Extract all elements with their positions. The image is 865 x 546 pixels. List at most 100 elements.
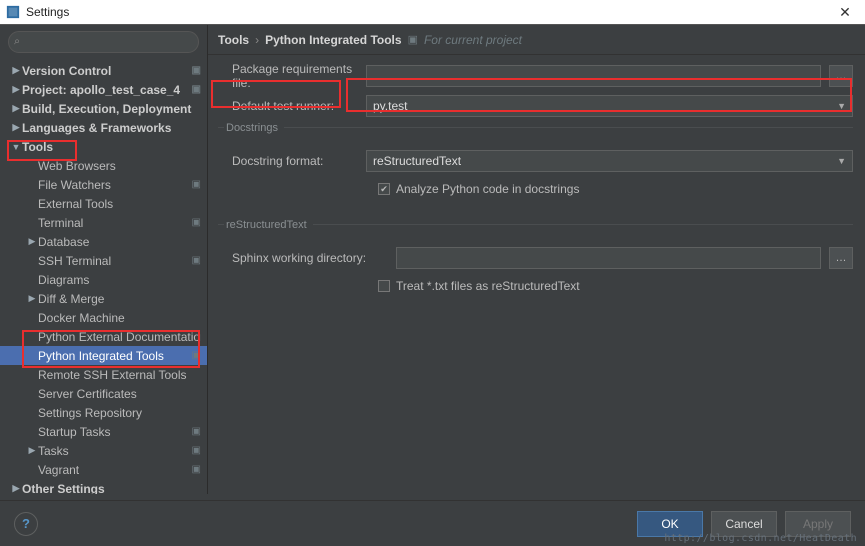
select-test-runner[interactable]: py.test ▼	[366, 95, 853, 117]
spacer	[218, 204, 853, 216]
tree-item-label: Vagrant	[38, 463, 188, 477]
breadcrumb: Tools › Python Integrated Tools ▣ For cu…	[208, 25, 865, 55]
tree-item[interactable]: Vagrant▣	[0, 460, 207, 479]
tree-item[interactable]: Python Integrated Tools▣	[0, 346, 207, 365]
tree-item[interactable]: SSH Terminal▣	[0, 251, 207, 270]
project-scope-icon: ▣	[188, 179, 201, 190]
settings-sidebar: ⌕ ▶Version Control▣▶Project: apollo_test…	[0, 25, 208, 494]
tree-item[interactable]: ▼Tools	[0, 137, 207, 156]
tree-item[interactable]: ▶Database	[0, 232, 207, 251]
tree-item-label: External Tools	[38, 197, 201, 211]
label-analyze: Analyze Python code in docstrings	[396, 182, 579, 196]
app-icon	[6, 5, 20, 19]
tree-item-label: Tasks	[38, 444, 188, 458]
label-treat-txt: Treat *.txt files as reStructuredText	[396, 279, 580, 293]
tree-item-label: Tools	[22, 140, 201, 154]
tree-item-label: SSH Terminal	[38, 254, 188, 268]
tree-item[interactable]: ▶Languages & Frameworks	[0, 118, 207, 137]
row-package-req: Package requirements file: …	[218, 63, 853, 89]
checkbox-analyze[interactable]: ✔	[378, 183, 390, 195]
tree-item[interactable]: Web Browsers	[0, 156, 207, 175]
checkbox-treat-txt[interactable]	[378, 280, 390, 292]
tree-item[interactable]: Settings Repository	[0, 403, 207, 422]
tree-item[interactable]: Diagrams	[0, 270, 207, 289]
project-scope-icon: ▣	[188, 464, 201, 475]
tree-item-label: Startup Tasks	[38, 425, 188, 439]
settings-form: Package requirements file: … Default tes…	[208, 55, 865, 297]
label-package-req: Package requirements file:	[218, 62, 358, 90]
browse-sphinx-dir-button[interactable]: …	[829, 247, 853, 269]
chevron-right-icon: ▶	[10, 483, 22, 494]
search-input[interactable]	[8, 31, 199, 53]
project-scope-icon: ▣	[188, 426, 201, 437]
tree-item-label: Other Settings	[22, 482, 201, 495]
row-treat-txt-checkbox: Treat *.txt files as reStructuredText	[218, 275, 853, 297]
settings-tree: ▶Version Control▣▶Project: apollo_test_c…	[0, 59, 207, 494]
tree-item[interactable]: Remote SSH External Tools	[0, 365, 207, 384]
tree-item-label: File Watchers	[38, 178, 188, 192]
project-scope-icon: ▣	[188, 65, 201, 76]
tree-item[interactable]: File Watchers▣	[0, 175, 207, 194]
tree-item[interactable]: External Tools	[0, 194, 207, 213]
tree-item-label: Diff & Merge	[38, 292, 201, 306]
section-docstrings-label: Docstrings	[224, 122, 284, 134]
chevron-right-icon: ▶	[26, 293, 38, 304]
tree-item[interactable]: Startup Tasks▣	[0, 422, 207, 441]
project-scope-icon: ▣	[188, 350, 201, 361]
tree-item-label: Diagrams	[38, 273, 201, 287]
project-scope-icon: ▣	[188, 445, 201, 456]
chevron-down-icon: ▼	[837, 156, 846, 166]
help-button[interactable]: ?	[14, 512, 38, 536]
tree-item-label: Python Integrated Tools	[38, 349, 188, 363]
tree-item-label: Server Certificates	[38, 387, 201, 401]
chevron-right-icon: ▶	[26, 445, 38, 456]
chevron-right-icon: ▶	[26, 236, 38, 247]
tree-item[interactable]: Terminal▣	[0, 213, 207, 232]
section-rst: reStructuredText	[218, 224, 853, 239]
content-area: ⌕ ▶Version Control▣▶Project: apollo_test…	[0, 24, 865, 494]
select-docstring-format[interactable]: reStructuredText ▼	[366, 150, 853, 172]
chevron-right-icon: ›	[255, 33, 259, 47]
tree-item-label: Terminal	[38, 216, 188, 230]
project-scope-icon: ▣	[408, 33, 418, 46]
section-docstrings: Docstrings	[218, 127, 853, 142]
tree-item-label: Database	[38, 235, 201, 249]
close-icon[interactable]: ✕	[831, 4, 859, 21]
input-sphinx-dir[interactable]	[396, 247, 821, 269]
tree-item[interactable]: ▶Other Settings	[0, 479, 207, 494]
tree-item[interactable]: ▶Diff & Merge	[0, 289, 207, 308]
row-sphinx-dir: Sphinx working directory: …	[218, 245, 853, 271]
breadcrumb-leaf: Python Integrated Tools	[265, 33, 401, 47]
tree-item[interactable]: ▶Tasks▣	[0, 441, 207, 460]
chevron-right-icon: ▶	[10, 84, 22, 95]
watermark: http://blog.csdn.net/HeatDeath	[664, 533, 857, 544]
tree-item[interactable]: ▶Project: apollo_test_case_4▣	[0, 80, 207, 99]
tree-item[interactable]: Server Certificates	[0, 384, 207, 403]
project-scope-icon: ▣	[188, 84, 201, 95]
row-analyze-checkbox: ✔ Analyze Python code in docstrings	[218, 178, 853, 200]
breadcrumb-root: Tools	[218, 33, 249, 47]
tree-item-label: Remote SSH External Tools	[38, 368, 201, 382]
row-docstring-format: Docstring format: reStructuredText ▼	[218, 148, 853, 174]
tree-item[interactable]: Docker Machine	[0, 308, 207, 327]
tree-item[interactable]: Python External Documentation	[0, 327, 207, 346]
input-package-req[interactable]	[366, 65, 821, 87]
browse-package-req-button[interactable]: …	[829, 65, 853, 87]
window-title: Settings	[26, 5, 831, 19]
tree-item[interactable]: ▶Version Control▣	[0, 61, 207, 80]
label-sphinx-dir: Sphinx working directory:	[218, 251, 388, 265]
project-scope-icon: ▣	[188, 255, 201, 266]
tree-item-label: Python External Documentation	[38, 330, 201, 344]
chevron-right-icon: ▶	[10, 122, 22, 133]
tree-item-label: Docker Machine	[38, 311, 201, 325]
label-test-runner: Default test runner:	[218, 99, 358, 113]
project-scope-icon: ▣	[188, 217, 201, 228]
tree-item-label: Web Browsers	[38, 159, 201, 173]
chevron-right-icon: ▶	[10, 65, 22, 76]
tree-item[interactable]: ▶Build, Execution, Deployment	[0, 99, 207, 118]
tree-item-label: Settings Repository	[38, 406, 201, 420]
select-test-runner-value: py.test	[373, 99, 407, 113]
chevron-down-icon: ▼	[10, 142, 22, 152]
tree-item-label: Languages & Frameworks	[22, 121, 201, 135]
tree-item-label: Build, Execution, Deployment	[22, 102, 201, 116]
